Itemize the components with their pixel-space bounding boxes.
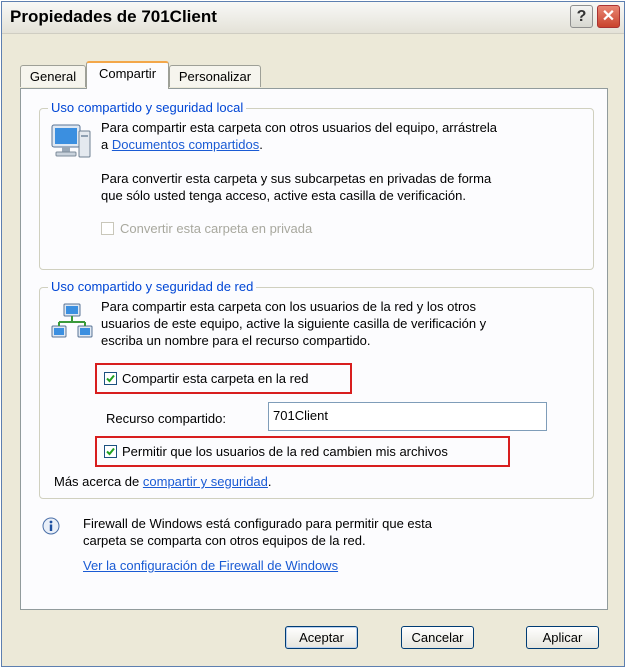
private-folder-label: Convertir esta carpeta en privada bbox=[120, 221, 313, 236]
resource-name-input[interactable]: 701Client bbox=[268, 402, 547, 431]
allow-changes-label: Permitir que los usuarios de la red camb… bbox=[122, 444, 448, 459]
private-folder-checkbox[interactable] bbox=[101, 222, 114, 235]
sharing-panel: Uso compartido y seguridad local Para co… bbox=[20, 88, 608, 610]
sharing-security-link[interactable]: compartir y seguridad bbox=[143, 474, 268, 489]
window-title: Propiedades de 701Client bbox=[10, 7, 217, 26]
network-icon bbox=[50, 302, 94, 347]
cancel-button[interactable]: Cancelar bbox=[401, 626, 474, 649]
firewall-text-line1: Firewall de Windows está configurado par… bbox=[83, 516, 433, 531]
info-icon bbox=[41, 516, 61, 539]
close-button[interactable]: ✕ bbox=[597, 5, 620, 28]
more-info-line: Más acerca de compartir y seguridad. bbox=[54, 473, 272, 490]
shared-documents-link[interactable]: Documentos compartidos bbox=[112, 137, 259, 152]
local-text-line1: Para compartir esta carpeta con otros us… bbox=[101, 120, 497, 135]
local-sharing-legend: Uso compartido y seguridad local bbox=[48, 100, 247, 115]
local-text-line1b: a Documentos compartidos. bbox=[101, 136, 263, 153]
help-button[interactable]: ? bbox=[570, 5, 593, 28]
resource-label: Recurso compartido: bbox=[106, 411, 226, 426]
computer-icon bbox=[50, 123, 92, 166]
title-bar: Propiedades de 701Client ? ✕ bbox=[2, 2, 624, 34]
local-text2-line2: que sólo usted tenga acceso, active esta… bbox=[101, 188, 466, 203]
checkmark-icon bbox=[106, 374, 115, 383]
share-folder-checkbox[interactable] bbox=[104, 372, 117, 385]
network-sharing-legend: Uso compartido y seguridad de red bbox=[48, 279, 257, 294]
properties-dialog: Propiedades de 701Client ? ✕ General Com… bbox=[1, 1, 625, 667]
network-sharing-group: Uso compartido y seguridad de red Para c… bbox=[39, 279, 594, 499]
more-info-prefix: Más acerca de bbox=[54, 474, 140, 489]
allow-changes-checkbox[interactable] bbox=[104, 445, 117, 458]
network-text-line1: Para compartir esta carpeta con los usua… bbox=[101, 299, 477, 314]
local-text2-line1: Para convertir esta carpeta y sus subcar… bbox=[101, 171, 492, 186]
local-text-prefix: a bbox=[101, 137, 109, 152]
tab-general[interactable]: General bbox=[20, 65, 86, 87]
network-text-line3: escriba un nombre para el recurso compar… bbox=[101, 333, 371, 348]
share-folder-label: Compartir esta carpeta en la red bbox=[122, 371, 309, 386]
local-sharing-group: Uso compartido y seguridad local Para co… bbox=[39, 100, 594, 270]
tab-compartir[interactable]: Compartir bbox=[86, 61, 169, 89]
tab-personalizar[interactable]: Personalizar bbox=[169, 65, 261, 87]
ok-button[interactable]: Aceptar bbox=[285, 626, 358, 649]
firewall-settings-link[interactable]: Ver la configuración de Firewall de Wind… bbox=[83, 557, 338, 574]
firewall-text-line2: carpeta se comparta con otros equipos de… bbox=[83, 533, 366, 548]
more-info-suffix: . bbox=[267, 474, 272, 489]
local-text-suffix: . bbox=[259, 137, 263, 152]
apply-button[interactable]: Aplicar bbox=[526, 626, 599, 649]
checkmark-icon bbox=[106, 447, 115, 456]
network-text-line2: usuarios de este equipo, active la sigui… bbox=[101, 316, 487, 331]
